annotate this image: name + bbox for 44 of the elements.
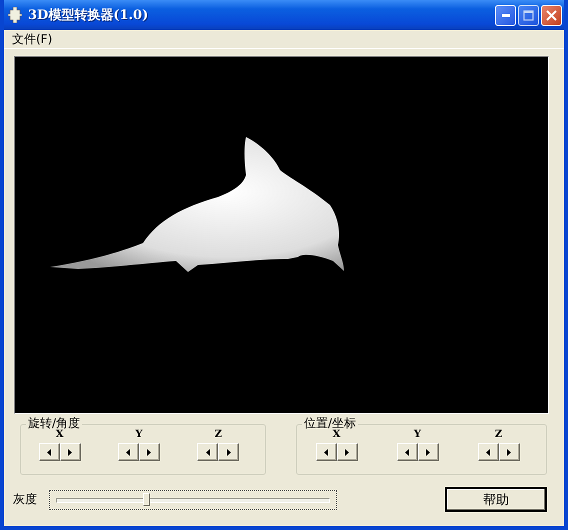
increase-button[interactable] xyxy=(498,443,520,461)
group-title: 位置/坐标 xyxy=(302,416,358,430)
right-triangle-icon xyxy=(147,448,152,456)
help-button[interactable]: 帮助 xyxy=(445,487,547,512)
increase-button[interactable] xyxy=(336,443,358,461)
maximize-icon xyxy=(523,10,534,20)
right-triangle-icon xyxy=(345,448,349,456)
window-title: 3D模型转换器(1.0) xyxy=(28,7,150,24)
right-triangle-icon xyxy=(507,448,511,456)
axis-label: Y xyxy=(414,429,422,440)
app-icon xyxy=(8,7,22,23)
axis-label: X xyxy=(56,429,64,440)
axis-label: X xyxy=(332,429,340,440)
increase-button[interactable] xyxy=(60,443,81,461)
right-triangle-icon xyxy=(426,448,430,456)
left-triangle-icon xyxy=(486,448,490,456)
decrease-button[interactable] xyxy=(118,443,139,461)
left-triangle-icon xyxy=(405,448,409,456)
minimize-button[interactable] xyxy=(495,4,516,26)
right-triangle-icon xyxy=(68,448,72,456)
menu-item[interactable]: 文件(F) xyxy=(10,31,54,47)
increase-button[interactable] xyxy=(218,443,240,461)
decrease-button[interactable] xyxy=(38,443,60,461)
axis-label: Z xyxy=(494,429,502,440)
slider-label: 灰度 xyxy=(13,491,38,508)
axis-label: Z xyxy=(214,429,222,440)
decrease-button[interactable] xyxy=(396,443,418,461)
close-button[interactable] xyxy=(541,4,562,26)
axis-label: Y xyxy=(135,429,143,440)
increase-button[interactable] xyxy=(138,443,160,461)
decrease-button[interactable] xyxy=(316,443,336,461)
slider-thumb[interactable] xyxy=(142,492,150,506)
left-triangle-icon xyxy=(324,448,328,456)
maximize-button[interactable] xyxy=(518,4,539,26)
minimize-icon xyxy=(502,14,510,16)
group-title: 旋转/角度 xyxy=(26,416,82,430)
close-icon xyxy=(546,10,557,20)
decrease-button[interactable] xyxy=(478,443,498,461)
increase-button[interactable] xyxy=(418,443,438,461)
left-triangle-icon xyxy=(206,448,210,456)
decrease-button[interactable] xyxy=(197,443,218,461)
left-triangle-icon xyxy=(47,448,52,456)
right-triangle-icon xyxy=(226,448,231,456)
left-triangle-icon xyxy=(126,448,130,456)
